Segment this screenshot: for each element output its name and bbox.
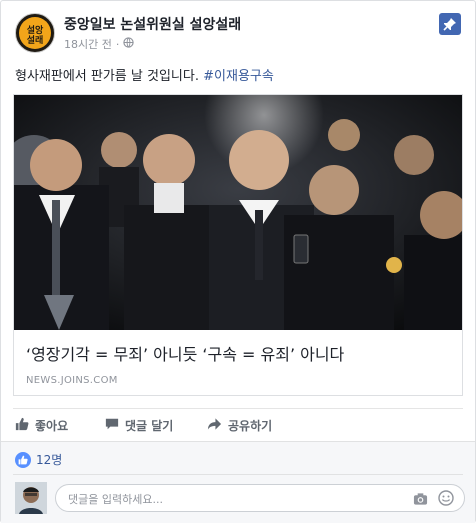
globe-icon[interactable] bbox=[123, 37, 135, 51]
comment-button[interactable]: 댓글 달기 bbox=[105, 414, 173, 436]
like-count[interactable]: 12명 bbox=[15, 451, 62, 468]
hashtag-link[interactable]: #이재용구속 bbox=[203, 69, 274, 84]
pin-icon[interactable] bbox=[439, 13, 461, 35]
reactions-and-comments: 12명 bbox=[1, 441, 475, 523]
like-button[interactable]: 좋아요 bbox=[15, 414, 68, 436]
share-arrow-icon bbox=[207, 417, 222, 434]
thumbs-up-icon bbox=[15, 417, 29, 434]
page-name-link[interactable]: 중앙일보 논설위원실 설앙설래 bbox=[64, 14, 241, 34]
comment-label: 댓글 달기 bbox=[125, 418, 174, 433]
user-avatar[interactable] bbox=[15, 482, 47, 514]
divider bbox=[13, 408, 463, 409]
share-label: 공유하기 bbox=[228, 418, 273, 433]
post-actions: 좋아요 댓글 달기 공유하기 bbox=[15, 414, 461, 436]
like-reaction-icon bbox=[15, 451, 31, 468]
article-domain: NEWS.JOINS.COM bbox=[26, 375, 118, 386]
post-text: 형사재판에서 판가름 날 것입니다. #이재용구속 bbox=[15, 65, 274, 84]
like-count-text: 12명 bbox=[36, 453, 63, 467]
page-avatar[interactable]: 설앙 설래 bbox=[15, 13, 55, 53]
like-label: 좋아요 bbox=[35, 418, 69, 433]
meta-separator: · bbox=[115, 37, 120, 51]
post-body: 형사재판에서 판가름 날 것입니다. bbox=[15, 69, 199, 84]
post-header: 설앙 설래 중앙일보 논설위원실 설앙설래 18시간 전 · bbox=[15, 13, 461, 55]
facebook-post-card: 설앙 설래 중앙일보 논설위원실 설앙설래 18시간 전 · 형사재판에서 판가… bbox=[0, 0, 476, 523]
comment-icon bbox=[105, 417, 119, 434]
post-timestamp[interactable]: 18시간 전 bbox=[64, 36, 112, 52]
emoji-icon[interactable] bbox=[438, 490, 454, 510]
post-meta: 18시간 전 · bbox=[64, 36, 135, 52]
comment-box[interactable] bbox=[55, 484, 465, 513]
comment-input[interactable] bbox=[66, 485, 410, 513]
camera-icon[interactable] bbox=[413, 491, 428, 510]
divider bbox=[13, 474, 463, 475]
article-photo[interactable] bbox=[14, 95, 462, 330]
article-title[interactable]: ‘영장기각 = 무죄’ 아니듯 ‘구속 = 유죄’ 아니다 bbox=[26, 341, 344, 365]
avatar-text-line2: 설래 bbox=[26, 36, 44, 46]
shared-link-card[interactable]: ‘영장기각 = 무죄’ 아니듯 ‘구속 = 유죄’ 아니다 NEWS.JOINS… bbox=[13, 94, 463, 396]
share-button[interactable]: 공유하기 bbox=[207, 414, 272, 436]
